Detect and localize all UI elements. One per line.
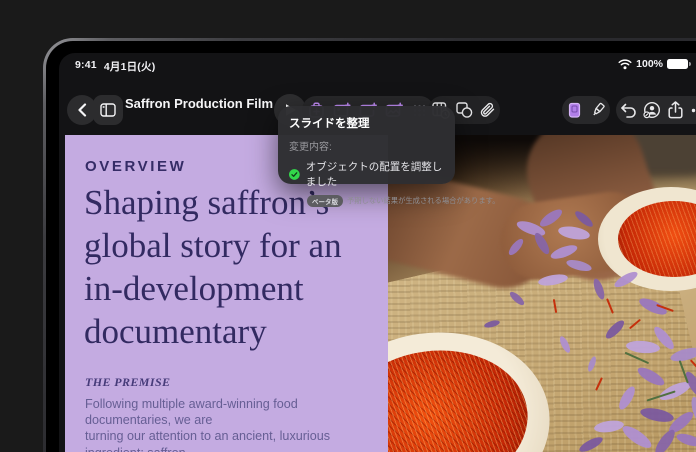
collaborate-button[interactable] [641,99,663,121]
undo-button[interactable] [618,99,640,121]
organize-slide-popup: スライドを整理 変更内容: オブジェクトの配置を調整しました ベータ版 予期しな… [278,106,455,184]
slide-eyebrow: OVERVIEW [85,158,186,175]
document-title[interactable]: Saffron Production Film [125,96,293,111]
shapes-button[interactable] [453,99,475,121]
success-check-icon [289,168,300,181]
slide-navigator-icon [100,103,116,117]
marker-tool-icon[interactable] [587,99,609,121]
battery-icon [667,59,688,69]
status-bar: 9:41 4月1日(火) 100% [59,53,696,75]
eraser-tool-icon[interactable] [563,99,585,121]
premise-label: THE PREMISE [85,375,170,390]
draw-tools-group [562,96,610,124]
beta-note: 予期しない結果が生成される場合があります。 [347,196,500,206]
more-button[interactable] [688,99,696,121]
popup-subtitle: 変更内容: [289,138,444,153]
beta-badge: ベータ版 [307,195,343,207]
screenshot-stage: 9:41 4月1日(火) 100% Saff [0,0,696,452]
battery-percent: 100% [636,58,663,70]
popup-title: スライドを整理 [289,115,444,131]
status-date: 4月1日(火) [104,59,156,74]
slide-navigator-button[interactable] [93,95,123,125]
attachment-button[interactable] [477,99,499,121]
slide-body-text: Following multiple award-winning food do… [85,396,387,452]
wifi-icon [618,58,632,70]
chevron-left-icon [77,103,87,117]
actions-group [616,96,696,124]
status-time: 9:41 [75,59,97,74]
change-item: オブジェクトの配置を調整しました [306,159,444,189]
share-button[interactable] [665,99,687,121]
ipad-screen: 9:41 4月1日(火) 100% Saff [59,53,696,452]
